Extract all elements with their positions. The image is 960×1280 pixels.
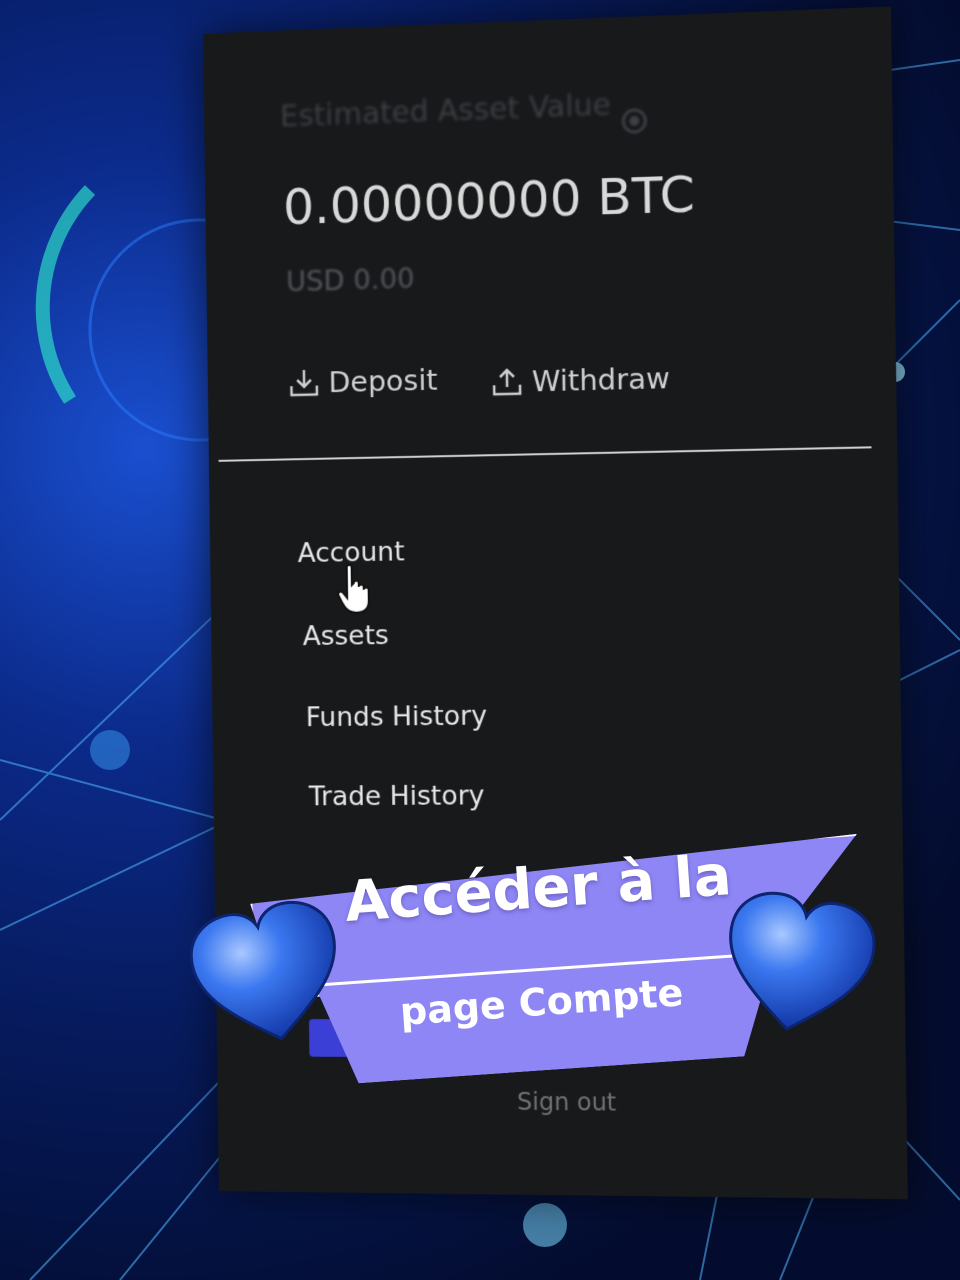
eye-icon[interactable] bbox=[618, 104, 651, 137]
usd-balance: USD 0.00 bbox=[285, 261, 415, 299]
asset-value-label: Estimated Asset Value bbox=[279, 87, 612, 135]
upload-icon bbox=[490, 365, 524, 400]
divider bbox=[218, 446, 872, 462]
wallet-panel: Estimated Asset Value 0.00000000 BTC USD… bbox=[203, 6, 908, 1200]
deposit-button[interactable]: Deposit bbox=[287, 362, 438, 400]
menu-item-assets[interactable]: Assets bbox=[302, 620, 389, 652]
menu-item-funds-history[interactable]: Funds History bbox=[306, 701, 488, 733]
deposit-label: Deposit bbox=[328, 362, 438, 400]
btc-balance: 0.00000000 BTC bbox=[282, 165, 696, 237]
hand-cursor-icon bbox=[335, 563, 375, 615]
menu-item-trade-history[interactable]: Trade History bbox=[309, 780, 485, 812]
partially-hidden-button[interactable] bbox=[308, 1019, 507, 1058]
sign-out-link[interactable]: Sign out bbox=[517, 1088, 617, 1117]
withdraw-label: Withdraw bbox=[531, 361, 671, 399]
withdraw-button[interactable]: Withdraw bbox=[490, 361, 670, 399]
download-icon bbox=[287, 366, 321, 400]
